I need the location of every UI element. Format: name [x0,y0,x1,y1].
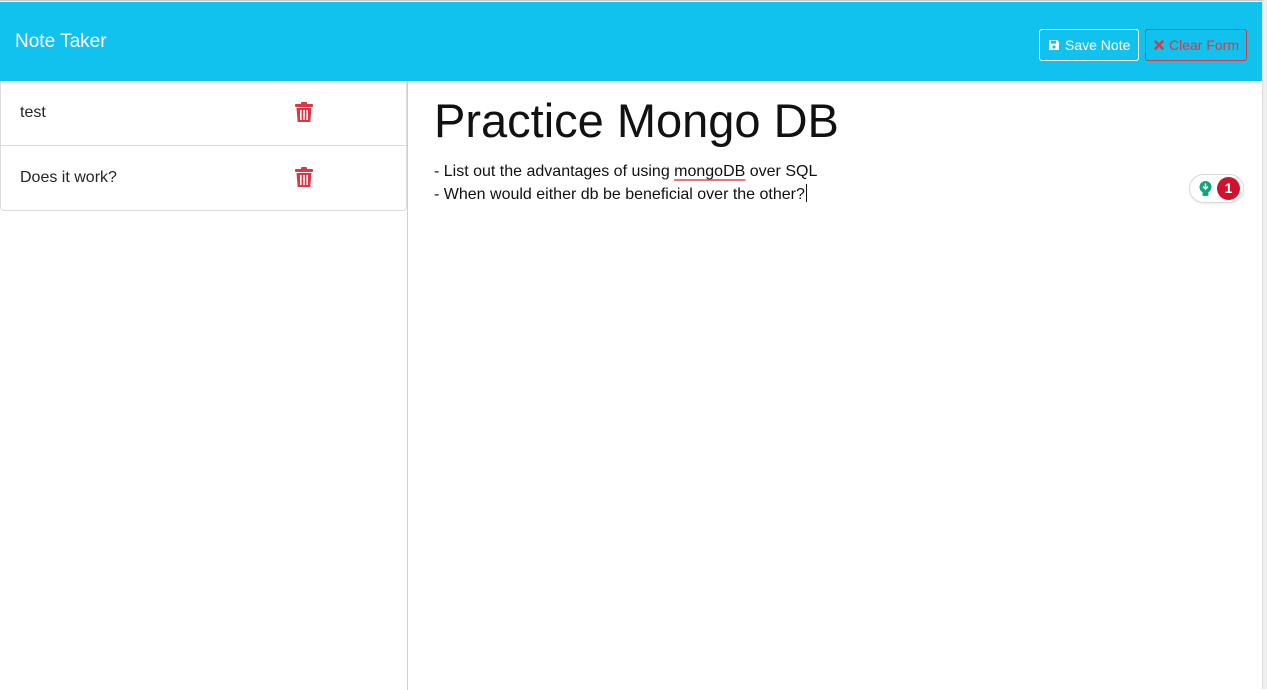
note-text-area[interactable]: - List out the advantages of using mongo… [434,160,817,206]
note-list: test Does it work? [0,81,407,211]
spelling-flagged-word[interactable]: mongoDB [674,163,745,180]
app-title[interactable]: Note Taker [15,31,107,53]
x-icon [1154,40,1164,50]
lightbulb-icon [1199,181,1212,196]
save-note-label: Save Note [1065,37,1131,53]
notes-sidebar: test Does it work? [0,81,408,690]
issue-count-badge: 1 [1217,177,1240,200]
navbar: Note Taker Save Note Clear Form [0,2,1262,81]
note-text-segment: over SQL [745,163,818,180]
clear-form-button[interactable]: Clear Form [1145,29,1247,61]
save-note-button[interactable]: Save Note [1039,29,1139,61]
note-taker-app: Note Taker Save Note Clear Form test Doe… [0,0,1262,690]
list-item[interactable]: Does it work? [0,146,407,211]
note-text-line: - List out the advantages of using mongo… [434,160,817,183]
note-list-title[interactable]: test [20,103,46,123]
trash-icon[interactable] [295,102,313,123]
note-text-segment: - List out the advantages of using [434,163,675,180]
note-title-input[interactable]: Practice Mongo DB [434,94,839,148]
list-item[interactable]: test [0,81,407,146]
note-list-title[interactable]: Does it work? [20,168,117,188]
trash-icon[interactable] [295,167,313,188]
text-cursor [805,184,807,202]
page-scrollbar[interactable] [1262,0,1267,689]
note-editor: Practice Mongo DB - List out the advanta… [408,81,1262,690]
floppy-disk-icon [1049,40,1059,50]
note-text-line: - When would either db be beneficial ove… [434,183,817,206]
clear-form-label: Clear Form [1169,37,1240,53]
note-text-segment: - When would either db be beneficial ove… [434,186,805,203]
grammar-checker-widget[interactable]: 1 [1189,174,1244,203]
